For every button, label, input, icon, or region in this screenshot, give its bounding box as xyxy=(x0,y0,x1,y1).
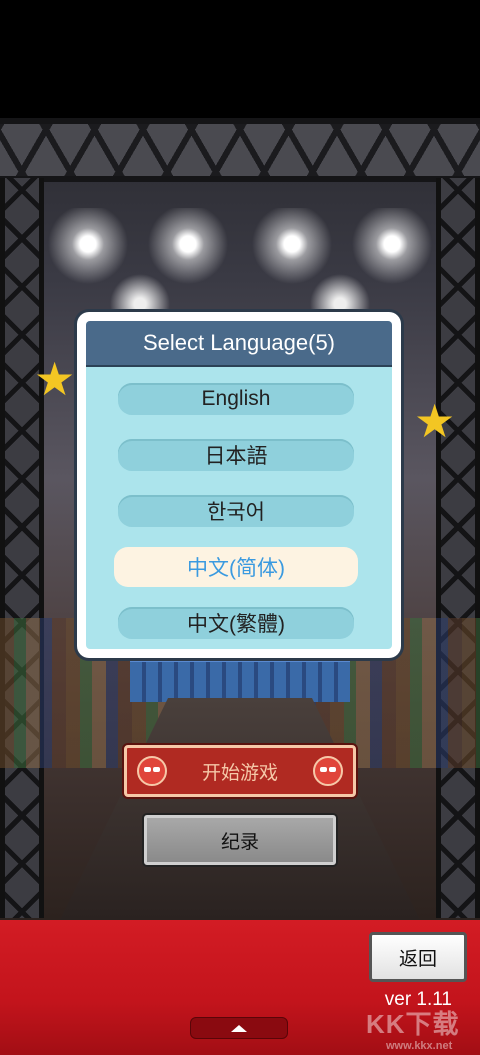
language-dialog-body: Select Language(5) English 日本語 한국어 中文(简体… xyxy=(86,321,392,649)
expand-handle[interactable] xyxy=(190,1017,288,1039)
wrestling-ring xyxy=(130,658,350,702)
star-icon: ★ xyxy=(34,352,76,406)
language-option-traditional-chinese[interactable]: 中文(繁體) xyxy=(118,607,354,639)
back-button[interactable]: 返回 xyxy=(369,932,467,982)
top-truss xyxy=(0,118,480,182)
watermark: KK下载 www.kkx.net xyxy=(362,1000,480,1055)
watermark-brand: KK下载 xyxy=(366,1009,460,1039)
left-truss xyxy=(0,178,44,918)
right-truss xyxy=(436,178,480,918)
start-game-button[interactable]: 开始游戏 xyxy=(124,745,356,797)
language-dialog: Select Language(5) English 日本語 한국어 中文(简体… xyxy=(77,312,401,658)
record-button[interactable]: 纪录 xyxy=(144,815,336,865)
language-option-simplified-chinese[interactable]: 中文(简体) xyxy=(114,547,358,587)
star-icon: ★ xyxy=(414,394,456,448)
dialog-title: Select Language(5) xyxy=(86,321,392,367)
language-option-english[interactable]: English xyxy=(118,383,354,415)
chevron-up-icon xyxy=(231,1024,247,1032)
stage-lights xyxy=(40,208,440,328)
watermark-url: www.kkx.net xyxy=(386,1040,453,1052)
language-option-japanese[interactable]: 日本語 xyxy=(118,439,354,471)
wrestler-mask-icon xyxy=(313,756,343,786)
language-option-korean[interactable]: 한국어 xyxy=(118,495,354,527)
